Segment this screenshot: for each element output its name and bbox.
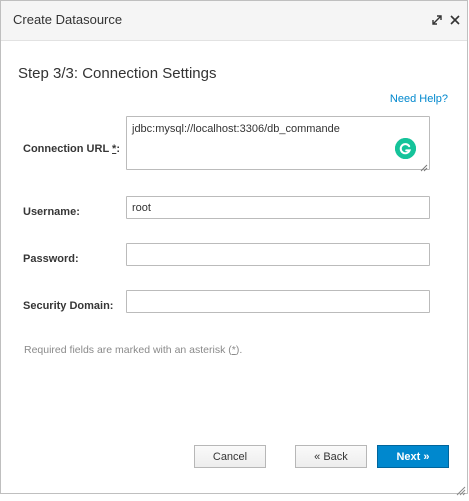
step-title: Step 3/3: Connection Settings bbox=[18, 65, 217, 82]
maximize-icon[interactable] bbox=[431, 13, 443, 27]
password-label: Password: bbox=[23, 253, 79, 265]
dialog-resize-grip[interactable] bbox=[456, 483, 466, 496]
dialog-title: Create Datasource bbox=[13, 12, 123, 27]
security-domain-label: Security Domain: bbox=[23, 300, 114, 312]
security-domain-field[interactable] bbox=[126, 290, 430, 313]
dialog-titlebar[interactable]: Create Datasource bbox=[1, 1, 467, 41]
connection-url-label: Connection URL *: bbox=[23, 143, 120, 155]
close-icon[interactable] bbox=[449, 13, 461, 27]
create-datasource-dialog: Create Datasource Step 3/3: Connection S… bbox=[0, 0, 468, 496]
connection-url-field[interactable]: jdbc:mysql://localhost:3306/db_commande bbox=[126, 116, 430, 170]
username-label: Username: bbox=[23, 206, 80, 218]
textarea-resize-grip[interactable] bbox=[420, 159, 428, 172]
password-field[interactable] bbox=[126, 243, 430, 266]
grammarly-icon[interactable] bbox=[395, 138, 416, 159]
back-button[interactable]: « Back bbox=[295, 445, 367, 468]
need-help-link[interactable]: Need Help? bbox=[390, 93, 448, 105]
cancel-button[interactable]: Cancel bbox=[194, 445, 266, 468]
username-field[interactable] bbox=[126, 196, 430, 219]
next-button[interactable]: Next » bbox=[377, 445, 449, 468]
required-fields-note: Required fields are marked with an aster… bbox=[24, 344, 243, 356]
